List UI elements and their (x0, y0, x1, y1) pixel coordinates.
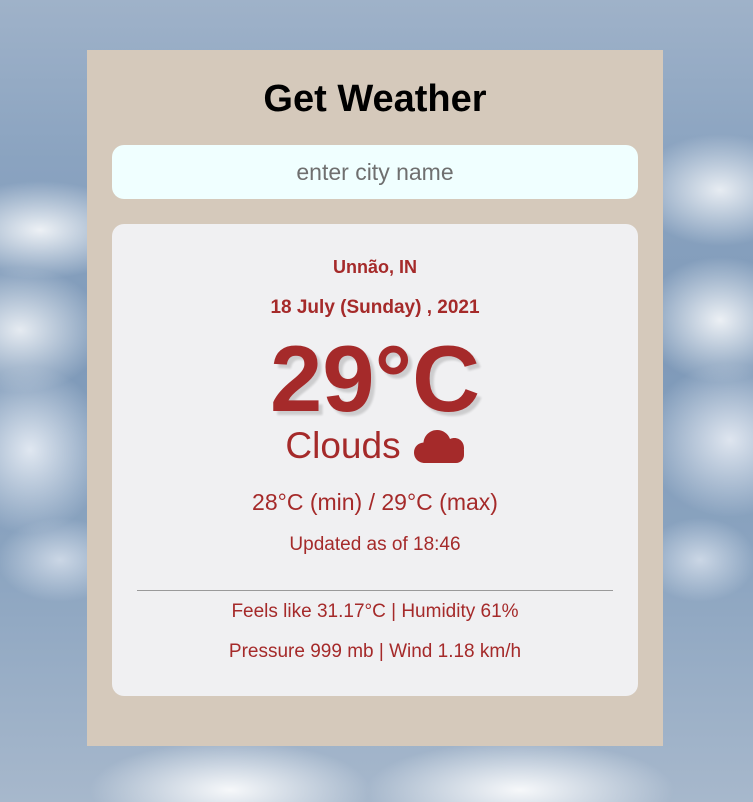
page-title: Get Weather (263, 78, 487, 120)
condition-row: Clouds (112, 424, 638, 468)
min-max-temperature: 28°C (min) / 29°C (max) (252, 489, 498, 515)
pressure-wind: Pressure 999 mb | Wind 1.18 km/h (228, 641, 522, 662)
divider (137, 590, 613, 591)
city-search-input[interactable] (112, 145, 638, 199)
location-label: Unnão, IN (333, 257, 417, 277)
date-label: 18 July (Sunday) , 2021 (270, 297, 480, 318)
weather-card: Unnão, IN 18 July (Sunday) , 2021 29°C C… (112, 224, 638, 696)
condition-label: Clouds (285, 425, 401, 466)
temperature-value: 29°C (269, 326, 481, 431)
weather-app-panel: Get Weather Unnão, IN 18 July (Sunday) ,… (87, 50, 663, 746)
updated-time: Updated as of 18:46 (289, 534, 461, 555)
cloud-icon (413, 427, 465, 465)
feels-like-humidity: Feels like 31.17°C | Humidity 61% (231, 601, 519, 622)
